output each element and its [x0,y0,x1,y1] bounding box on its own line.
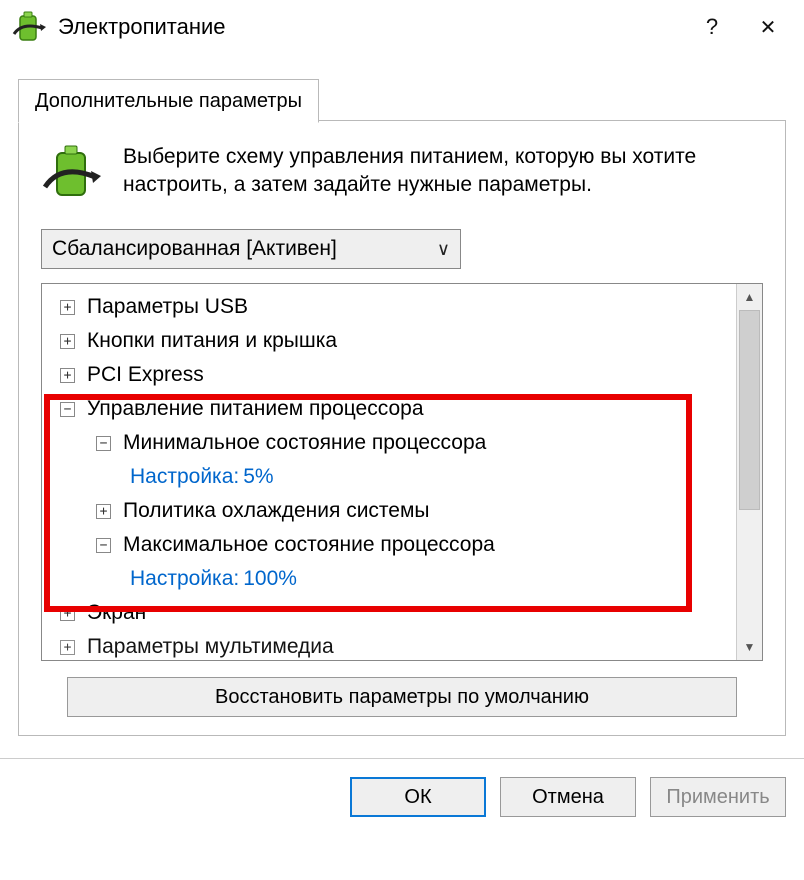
expand-icon[interactable]: + [60,606,75,621]
scroll-thumb[interactable] [739,310,760,510]
cancel-button[interactable]: Отмена [500,777,636,817]
setting-value: 5% [243,465,273,489]
tree-label: PCI Express [87,363,204,387]
scrollbar[interactable]: ▲ ▼ [736,284,762,660]
apply-button[interactable]: Применить [650,777,786,817]
battery-large-icon [41,143,105,203]
close-icon: ✕ [760,15,777,40]
window-title: Электропитание [58,14,684,40]
tree-node-cooling-policy[interactable]: + Политика охлаждения системы [42,494,736,528]
triangle-down-icon: ▼ [744,640,756,654]
intro-text: Выберите схему управления питанием, кото… [123,143,763,200]
settings-tree-container: + Параметры USB + Кнопки питания и крышк… [41,283,763,661]
collapse-icon[interactable]: − [60,402,75,417]
close-button[interactable]: ✕ [740,0,796,54]
tree-node-buttons-lid[interactable]: + Кнопки питания и крышка [42,324,736,358]
dialog-buttons: ОК Отмена Применить [0,758,804,831]
collapse-icon[interactable]: − [96,538,111,553]
intro-row: Выберите схему управления питанием, кото… [41,143,763,203]
tree-node-usb[interactable]: + Параметры USB [42,290,736,324]
tree-label: Параметры USB [87,295,248,319]
titlebar: Электропитание ? ✕ [0,0,804,54]
tree-label: Управление питанием процессора [87,397,424,421]
tree-label: Параметры мультимедиа [87,635,334,659]
tree-node-cpu-min-state[interactable]: − Минимальное состояние процессора [42,426,736,460]
battery-icon [12,10,48,44]
expand-icon[interactable]: + [60,334,75,349]
setting-label: Настройка: [130,567,239,591]
tree-node-cpu-max-state[interactable]: − Максимальное состояние процессора [42,528,736,562]
tree-label: Экран [87,601,146,625]
help-button[interactable]: ? [684,0,740,54]
expand-icon[interactable]: + [60,640,75,655]
help-icon: ? [706,14,718,40]
expand-icon[interactable]: + [60,368,75,383]
tree-label: Кнопки питания и крышка [87,329,337,353]
tab-panel: Дополнительные параметры Выберите схему … [18,120,786,736]
tree-label: Минимальное состояние процессора [123,431,486,455]
tree-node-cpu-power[interactable]: − Управление питанием процессора [42,392,736,426]
tree-label: Политика охлаждения системы [123,499,430,523]
setting-label: Настройка: [130,465,239,489]
tree-label: Максимальное состояние процессора [123,533,495,557]
tree-node-display[interactable]: + Экран [42,596,736,630]
expand-icon[interactable]: + [60,300,75,315]
chevron-down-icon: ∨ [437,239,450,260]
scroll-up-button[interactable]: ▲ [737,284,762,310]
collapse-icon[interactable]: − [96,436,111,451]
tree-node-pci-express[interactable]: + PCI Express [42,358,736,392]
triangle-up-icon: ▲ [744,290,756,304]
setting-value: 100% [243,567,297,591]
scroll-down-button[interactable]: ▼ [737,634,762,660]
dialog-body: Дополнительные параметры Выберите схему … [0,54,804,740]
expand-icon[interactable]: + [96,504,111,519]
tree-node-cpu-min-setting[interactable]: Настройка: 5% [42,460,736,494]
ok-button[interactable]: ОК [350,777,486,817]
power-plan-selected: Сбалансированная [Активен] [52,237,337,261]
tree-node-cpu-max-setting[interactable]: Настройка: 100% [42,562,736,596]
tree-node-multimedia[interactable]: + Параметры мультимедиа [42,630,736,660]
tab-advanced-settings[interactable]: Дополнительные параметры [18,79,319,123]
power-plan-dropdown[interactable]: Сбалансированная [Активен] ∨ [41,229,461,269]
restore-defaults-button[interactable]: Восстановить параметры по умолчанию [67,677,737,717]
settings-tree[interactable]: + Параметры USB + Кнопки питания и крышк… [42,284,736,660]
